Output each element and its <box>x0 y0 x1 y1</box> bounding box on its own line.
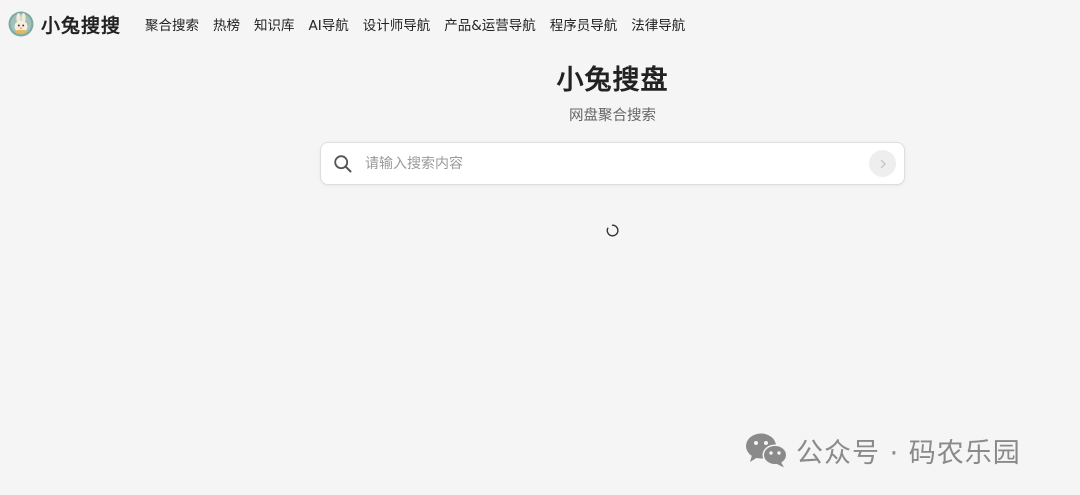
search-icon <box>333 154 353 174</box>
watermark: 公众号 · 码农乐园 <box>744 430 1021 470</box>
nav-item-designer-nav[interactable]: 设计师导航 <box>363 14 431 34</box>
top-navigation-bar: 小兔搜搜 聚合搜索 热榜 知识库 AI导航 设计师导航 产品&运营导航 程序员导… <box>0 0 1080 48</box>
rabbit-logo-icon <box>8 11 34 37</box>
site-logo[interactable]: 小兔搜搜 <box>8 11 121 38</box>
main-nav: 聚合搜索 热榜 知识库 AI导航 设计师导航 产品&运营导航 程序员导航 法律导… <box>145 14 699 34</box>
hero-section: 小兔搜盘 网盘聚合搜索 <box>320 62 905 126</box>
nav-item-hot-list[interactable]: 热榜 <box>213 14 240 34</box>
site-name: 小兔搜搜 <box>41 14 122 37</box>
nav-item-product-ops-nav[interactable]: 产品&运营导航 <box>444 14 536 34</box>
nav-item-knowledge-base[interactable]: 知识库 <box>254 14 295 34</box>
nav-item-programmer-nav[interactable]: 程序员导航 <box>550 14 618 34</box>
nav-item-legal-nav[interactable]: 法律导航 <box>631 14 685 34</box>
wechat-icon <box>744 431 790 469</box>
nav-item-ai-nav[interactable]: AI导航 <box>309 14 349 34</box>
search-submit-button[interactable] <box>869 150 896 177</box>
search-box <box>320 142 905 185</box>
search-input[interactable] <box>363 147 869 180</box>
chevron-right-icon <box>878 154 888 173</box>
page-title: 小兔搜盘 <box>556 65 669 96</box>
page-subtitle: 网盘聚合搜索 <box>569 108 656 124</box>
nav-item-aggregate-search[interactable]: 聚合搜索 <box>145 14 199 34</box>
watermark-text: 公众号 · 码农乐园 <box>796 437 1021 469</box>
loading-spinner-icon <box>606 222 619 237</box>
